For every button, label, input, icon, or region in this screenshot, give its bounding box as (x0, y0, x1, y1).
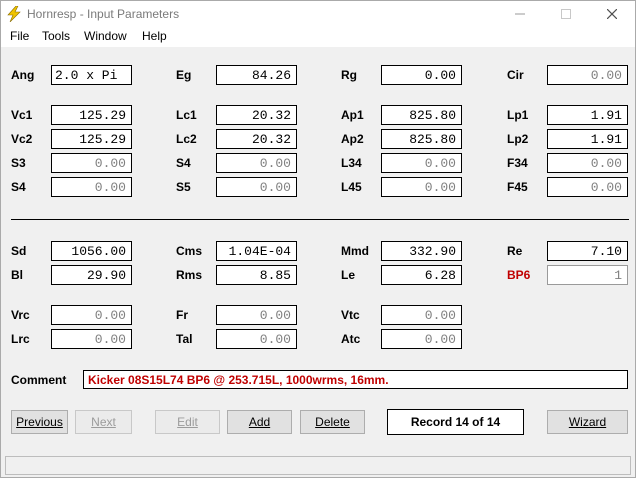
f34-label: F34 (507, 156, 528, 170)
vtc-field[interactable]: 0.00 (381, 305, 462, 325)
vc1-label: Vc1 (11, 108, 33, 122)
close-icon (607, 9, 617, 19)
ang-label: Ang (11, 68, 35, 82)
atc-label: Atc (341, 332, 361, 346)
edit-button[interactable]: Edit (155, 410, 220, 434)
title-bar: Hornresp - Input Parameters (1, 1, 635, 27)
delete-button[interactable]: Delete (300, 410, 365, 434)
cms-label: Cms (176, 244, 203, 258)
f45-label: F45 (507, 180, 528, 194)
mmd-label: Mmd (341, 244, 369, 258)
lp1-label: Lp1 (507, 108, 529, 122)
tal-label: Tal (176, 332, 193, 346)
menu-tools[interactable]: Tools (41, 29, 71, 43)
cms-field[interactable]: 1.04E-04 (216, 241, 297, 261)
s4-field[interactable]: 0.00 (216, 153, 297, 173)
window-title: Hornresp - Input Parameters (27, 7, 180, 21)
s4-second-field[interactable]: 0.00 (51, 177, 132, 197)
l34-field[interactable]: 0.00 (381, 153, 462, 173)
rg-field[interactable]: 0.00 (381, 65, 462, 85)
vtc-label: Vtc (341, 308, 360, 322)
hornresp-window: Hornresp - Input Parameters File Tools W… (0, 0, 636, 478)
maximize-icon (561, 9, 571, 19)
comment-field[interactable]: Kicker 08S15L74 BP6 @ 253.715L, 1000wrms… (83, 370, 628, 389)
ang-field[interactable]: 2.0 x Pi (51, 65, 132, 85)
s4-label: S4 (176, 156, 191, 170)
next-button[interactable]: Next (75, 410, 132, 434)
add-button[interactable]: Add (227, 410, 292, 434)
s3-field[interactable]: 0.00 (51, 153, 132, 173)
menu-bar: File Tools Window Help (1, 27, 635, 47)
fr-field[interactable]: 0.00 (216, 305, 297, 325)
menu-file[interactable]: File (9, 29, 30, 43)
le-label: Le (341, 268, 356, 282)
cir-label: Cir (507, 68, 524, 82)
mmd-field[interactable]: 332.90 (381, 241, 462, 261)
s5-label: S5 (176, 180, 191, 194)
bp6-field[interactable]: 1 (547, 265, 628, 285)
l45-field[interactable]: 0.00 (381, 177, 462, 197)
vrc-field[interactable]: 0.00 (51, 305, 132, 325)
lrc-field[interactable]: 0.00 (51, 329, 132, 349)
eg-label: Eg (176, 68, 192, 82)
minimize-button[interactable] (497, 1, 543, 27)
s3-label: S3 (11, 156, 26, 170)
ap2-field[interactable]: 825.80 (381, 129, 462, 149)
close-button[interactable] (589, 1, 635, 27)
tal-field[interactable]: 0.00 (216, 329, 297, 349)
re-field[interactable]: 7.10 (547, 241, 628, 261)
ap2-label: Ap2 (341, 132, 364, 146)
minimize-icon (515, 13, 525, 15)
vc2-field[interactable]: 125.29 (51, 129, 132, 149)
s5-field[interactable]: 0.00 (216, 177, 297, 197)
l45-label: L45 (341, 180, 362, 194)
cir-field[interactable]: 0.00 (547, 65, 628, 85)
record-indicator: Record 14 of 14 (387, 409, 524, 435)
sd-label: Sd (11, 244, 27, 258)
vc1-field[interactable]: 125.29 (51, 105, 132, 125)
section-divider (11, 219, 629, 220)
bp6-label: BP6 (507, 268, 531, 282)
ap1-label: Ap1 (341, 108, 364, 122)
lp2-field[interactable]: 1.91 (547, 129, 628, 149)
lp2-label: Lp2 (507, 132, 529, 146)
sd-field[interactable]: 1056.00 (51, 241, 132, 261)
lc1-field[interactable]: 20.32 (216, 105, 297, 125)
l34-label: L34 (341, 156, 362, 170)
vrc-label: Vrc (11, 308, 30, 322)
lrc-label: Lrc (11, 332, 30, 346)
le-field[interactable]: 6.28 (381, 265, 462, 285)
menu-help[interactable]: Help (141, 29, 168, 43)
atc-field[interactable]: 0.00 (381, 329, 462, 349)
rms-label: Rms (176, 268, 203, 282)
lc2-label: Lc2 (176, 132, 197, 146)
rg-label: Rg (341, 68, 357, 82)
wizard-button[interactable]: Wizard (547, 410, 628, 434)
previous-button[interactable]: Previous (11, 410, 68, 434)
f45-field[interactable]: 0.00 (547, 177, 628, 197)
status-bar (5, 456, 631, 475)
maximize-button[interactable] (543, 1, 589, 27)
lc1-label: Lc1 (176, 108, 197, 122)
f34-field[interactable]: 0.00 (547, 153, 628, 173)
comment-label: Comment (11, 373, 67, 387)
eg-field[interactable]: 84.26 (216, 65, 297, 85)
ap1-field[interactable]: 825.80 (381, 105, 462, 125)
lp1-field[interactable]: 1.91 (547, 105, 628, 125)
lightning-icon (7, 6, 21, 22)
lc2-field[interactable]: 20.32 (216, 129, 297, 149)
fr-label: Fr (176, 308, 188, 322)
rms-field[interactable]: 8.85 (216, 265, 297, 285)
vc2-label: Vc2 (11, 132, 33, 146)
s4-second-label: S4 (11, 180, 26, 194)
bl-field[interactable]: 29.90 (51, 265, 132, 285)
bl-label: Bl (11, 268, 23, 282)
menu-window[interactable]: Window (83, 29, 128, 43)
re-label: Re (507, 244, 523, 258)
